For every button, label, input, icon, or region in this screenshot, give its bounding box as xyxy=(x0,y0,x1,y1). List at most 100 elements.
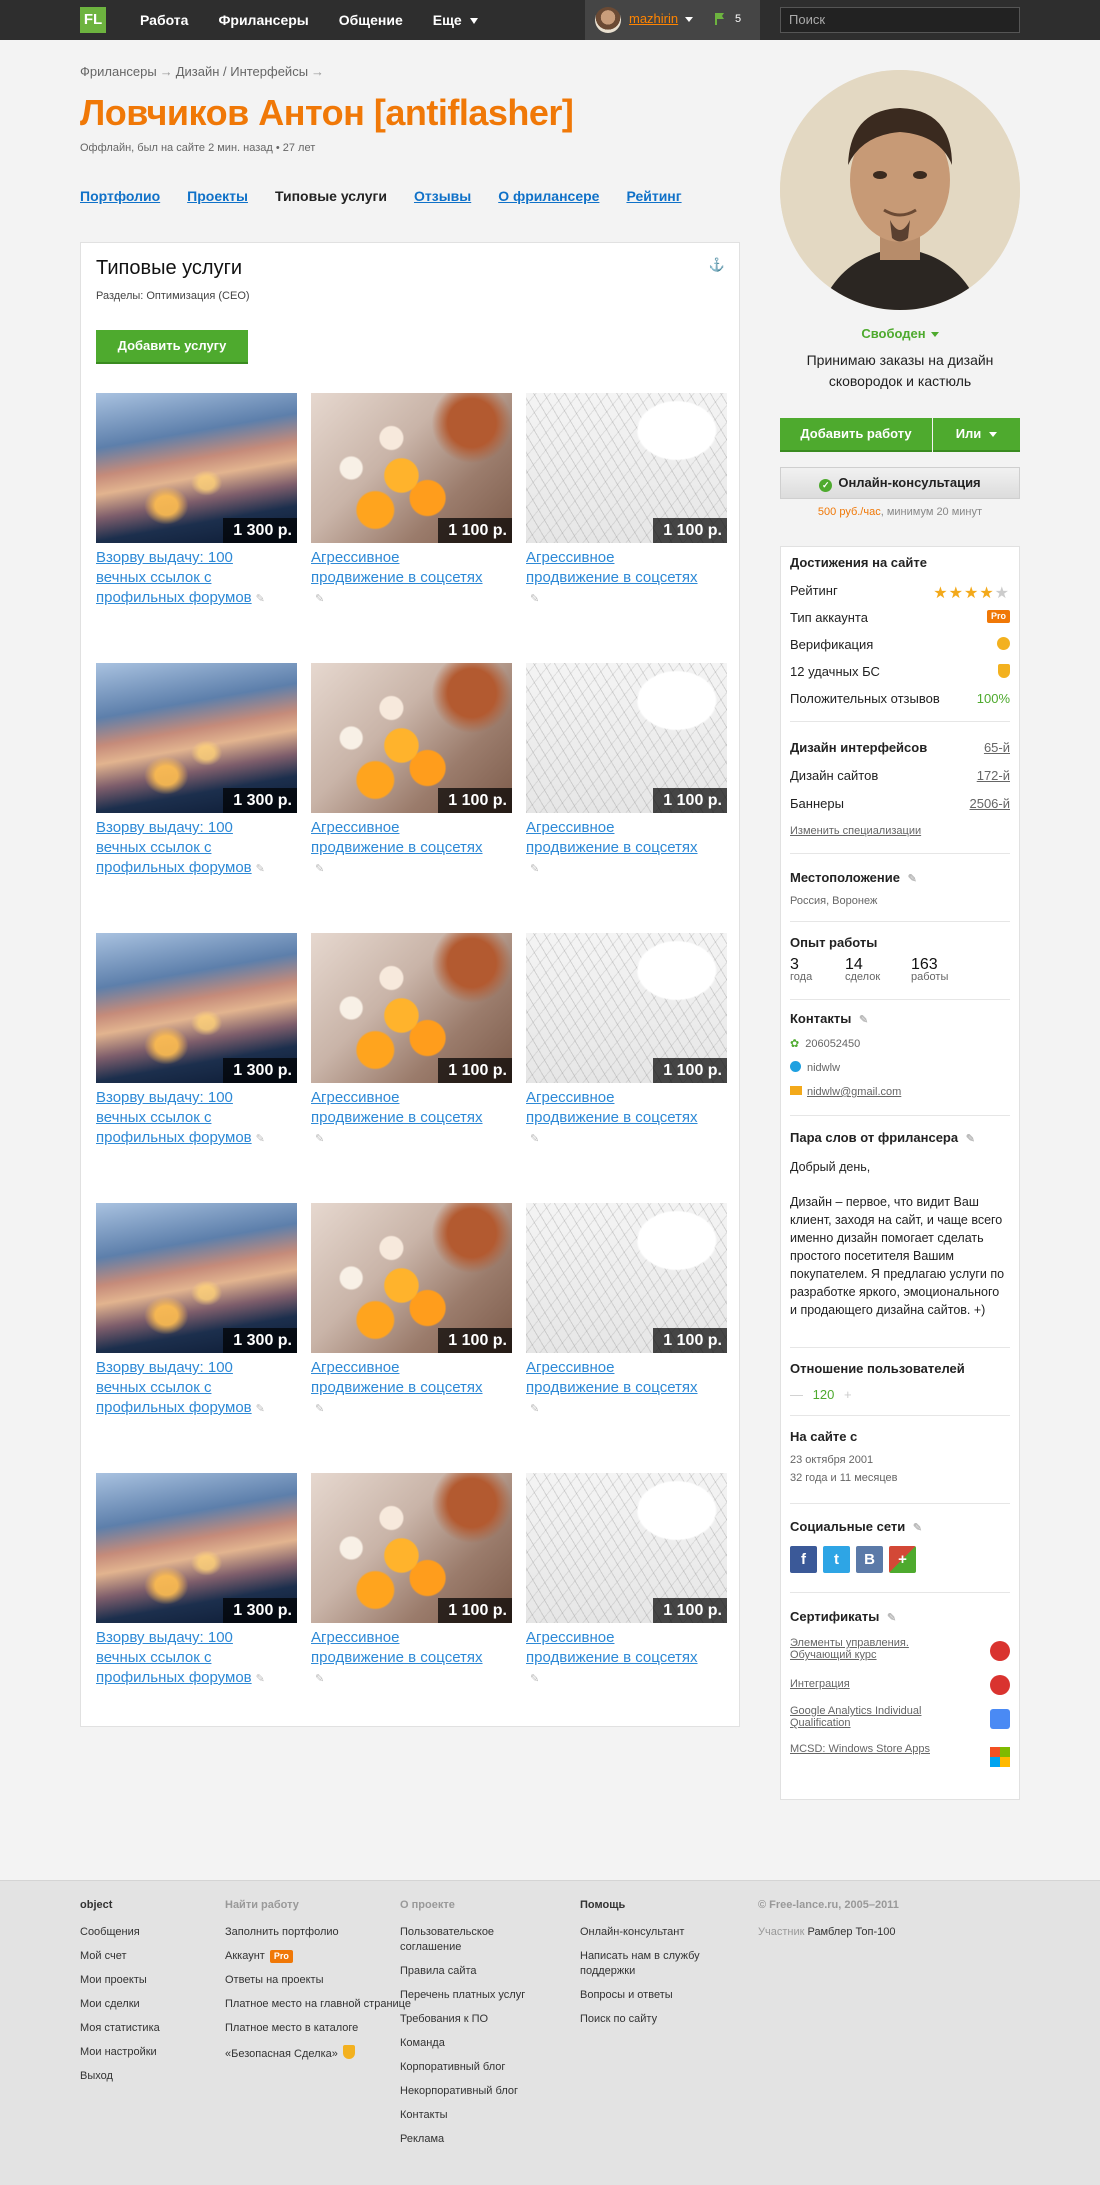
service-image[interactable]: 1 300 р. xyxy=(96,663,297,813)
service-image[interactable]: 1 100 р. xyxy=(311,663,512,813)
footer-link[interactable]: Правила сайта xyxy=(400,1964,550,1979)
service-image[interactable]: 1 100 р. xyxy=(526,1473,727,1623)
service-image[interactable]: 1 100 р. xyxy=(526,393,727,543)
facebook-icon[interactable]: f xyxy=(790,1546,817,1573)
pencil-icon[interactable]: ✎ xyxy=(530,859,539,879)
google-plus-icon[interactable]: + xyxy=(889,1546,916,1573)
footer-link[interactable]: Контакты xyxy=(400,2108,550,2123)
footer-link[interactable]: Моя статистика xyxy=(80,2021,160,2036)
service-card[interactable]: 1 100 р. Агрессивное продвижение в соцсет… xyxy=(526,393,727,663)
add-service-button[interactable]: Добавить услугу xyxy=(96,330,248,364)
footer-link[interactable]: Аккаунт Pro xyxy=(225,1949,411,1964)
footer-link[interactable]: Корпоративный блог xyxy=(400,2060,550,2075)
pencil-icon[interactable]: ✎ xyxy=(530,589,539,609)
nav-freelancers[interactable]: Фрилансеры xyxy=(218,12,308,28)
service-card[interactable]: 1 300 р. Взорву выдачу: 100 вечных ссылок… xyxy=(96,933,297,1203)
footer-link[interactable]: Выход xyxy=(80,2069,160,2084)
pencil-icon[interactable]: ✎ xyxy=(315,859,324,879)
spec-place[interactable]: 172-й xyxy=(977,768,1010,783)
chevron-down-icon[interactable] xyxy=(685,17,693,22)
service-card[interactable]: 1 300 р. Взорву выдачу: 100 вечных ссылок… xyxy=(96,393,297,663)
certificate-link[interactable]: Google Analytics Individual Qualificatio… xyxy=(790,1705,930,1729)
footer-link[interactable]: «Безопасная Сделка» xyxy=(225,2045,411,2062)
change-specs-link[interactable]: Изменить специализации xyxy=(790,825,921,837)
footer-link[interactable]: Перечень платных услуг xyxy=(400,1988,550,2003)
user-avatar[interactable] xyxy=(595,7,621,33)
service-card[interactable]: 1 100 р. Агрессивное продвижение в соцсет… xyxy=(526,1203,727,1473)
username-link[interactable]: mazhirin xyxy=(629,11,678,26)
service-title-link[interactable]: Агрессивное продвижение в соцсетях xyxy=(526,549,698,586)
service-title-link[interactable]: Агрессивное продвижение в соцсетях xyxy=(526,819,698,856)
footer-link[interactable]: Мои сделки xyxy=(80,1997,160,2012)
certificate-link[interactable]: Элементы управления. Обучающий курс xyxy=(790,1637,930,1661)
service-card[interactable]: 1 300 р. Взорву выдачу: 100 вечных ссылок… xyxy=(96,663,297,933)
service-title-link[interactable]: Агрессивное продвижение в соцсетях xyxy=(311,1629,483,1666)
service-card[interactable]: 1 100 р. Агрессивное продвижение в соцсет… xyxy=(311,1203,512,1473)
user-menu[interactable]: mazhirin 5 xyxy=(585,0,760,40)
service-image[interactable]: 1 300 р. xyxy=(96,933,297,1083)
or-dropdown-button[interactable]: Или xyxy=(933,418,1020,452)
flag-icon[interactable] xyxy=(713,11,729,27)
pencil-icon[interactable]: ✎ xyxy=(966,1132,975,1145)
footer-link[interactable]: Поиск по сайту xyxy=(580,2012,730,2027)
site-logo[interactable]: FL xyxy=(80,7,106,33)
service-card[interactable]: 1 100 р. Агрессивное продвижение в соцсет… xyxy=(526,1473,727,1743)
pencil-icon[interactable]: ✎ xyxy=(256,1399,265,1419)
service-title-link[interactable]: Агрессивное продвижение в соцсетях xyxy=(526,1359,698,1396)
service-image[interactable]: 1 300 р. xyxy=(96,1203,297,1353)
footer-link[interactable]: Платное место на главной странице xyxy=(225,1997,411,2012)
pro-badge[interactable]: Pro xyxy=(986,610,1010,623)
service-card[interactable]: 1 300 р. Взорву выдачу: 100 вечных ссылок… xyxy=(96,1473,297,1743)
tab-reviews[interactable]: Отзывы xyxy=(414,188,471,204)
spec-place[interactable]: 2506-й xyxy=(969,796,1010,811)
footer-link[interactable]: Сообщения xyxy=(80,1925,160,1940)
nav-more[interactable]: Еще xyxy=(433,12,478,28)
pencil-icon[interactable]: ✎ xyxy=(315,1399,324,1419)
add-work-button[interactable]: Добавить работу xyxy=(780,418,932,452)
footer-link[interactable]: Платное место в каталоге xyxy=(225,2021,411,2036)
tab-rating[interactable]: Рейтинг xyxy=(626,188,681,204)
service-title-link[interactable]: Взорву выдачу: 100 вечных ссылок с профи… xyxy=(96,1629,252,1686)
service-image[interactable]: 1 100 р. xyxy=(311,933,512,1083)
pencil-icon[interactable]: ✎ xyxy=(256,589,265,609)
service-image[interactable]: 1 100 р. xyxy=(311,1473,512,1623)
footer-link[interactable]: Мои настройки xyxy=(80,2045,160,2060)
participant-link[interactable]: Рамблер Топ-100 xyxy=(807,1926,895,1938)
footer-link[interactable]: Ответы на проекты xyxy=(225,1973,411,1988)
search-input[interactable]: Поиск xyxy=(780,7,1020,33)
pencil-icon[interactable]: ✎ xyxy=(315,1129,324,1149)
service-image[interactable]: 1 100 р. xyxy=(526,933,727,1083)
footer-link[interactable]: Требования к ПО xyxy=(400,2012,550,2027)
service-card[interactable]: 1 300 р. Взорву выдачу: 100 вечных ссылок… xyxy=(96,1203,297,1473)
footer-link[interactable]: Вопросы и ответы xyxy=(580,1988,730,2003)
pencil-icon[interactable]: ✎ xyxy=(859,1013,868,1026)
service-title-link[interactable]: Взорву выдачу: 100 вечных ссылок с профи… xyxy=(96,1089,252,1146)
service-image[interactable]: 1 100 р. xyxy=(526,663,727,813)
pencil-icon[interactable]: ✎ xyxy=(256,859,265,879)
pencil-icon[interactable]: ✎ xyxy=(256,1669,265,1689)
service-card[interactable]: 1 100 р. Агрессивное продвижение в соцсет… xyxy=(311,1473,512,1743)
pencil-icon[interactable]: ✎ xyxy=(315,589,324,609)
footer-link[interactable]: Некорпоративный блог xyxy=(400,2084,550,2099)
spec-place[interactable]: 65-й xyxy=(984,740,1010,755)
footer-link[interactable]: Команда xyxy=(400,2036,550,2051)
twitter-icon[interactable]: t xyxy=(823,1546,850,1573)
service-card[interactable]: 1 100 р. Агрессивное продвижение в соцсет… xyxy=(311,933,512,1203)
pencil-icon[interactable]: ✎ xyxy=(315,1669,324,1689)
vkontakte-icon[interactable]: B xyxy=(856,1546,883,1573)
service-title-link[interactable]: Агрессивное продвижение в соцсетях xyxy=(311,819,483,856)
service-title-link[interactable]: Взорву выдачу: 100 вечных ссылок с профи… xyxy=(96,549,252,606)
service-title-link[interactable]: Взорву выдачу: 100 вечных ссылок с профи… xyxy=(96,819,252,876)
anchor-icon[interactable]: ⚓ xyxy=(709,257,725,273)
pencil-icon[interactable]: ✎ xyxy=(256,1129,265,1149)
service-image[interactable]: 1 300 р. xyxy=(96,393,297,543)
service-title-link[interactable]: Агрессивное продвижение в соцсетях xyxy=(526,1629,698,1666)
minus-button[interactable]: — xyxy=(790,1387,803,1402)
tab-services[interactable]: Типовые услуги xyxy=(275,188,387,204)
availability-status[interactable]: Свободен xyxy=(780,326,1020,341)
service-title-link[interactable]: Агрессивное продвижение в соцсетях xyxy=(526,1089,698,1126)
service-card[interactable]: 1 100 р. Агрессивное продвижение в соцсет… xyxy=(311,663,512,933)
certificate-link[interactable]: MCSD: Windows Store Apps xyxy=(790,1743,930,1755)
footer-link[interactable]: Мои проекты xyxy=(80,1973,160,1988)
footer-link[interactable]: Написать нам в службу поддержки xyxy=(580,1949,730,1979)
